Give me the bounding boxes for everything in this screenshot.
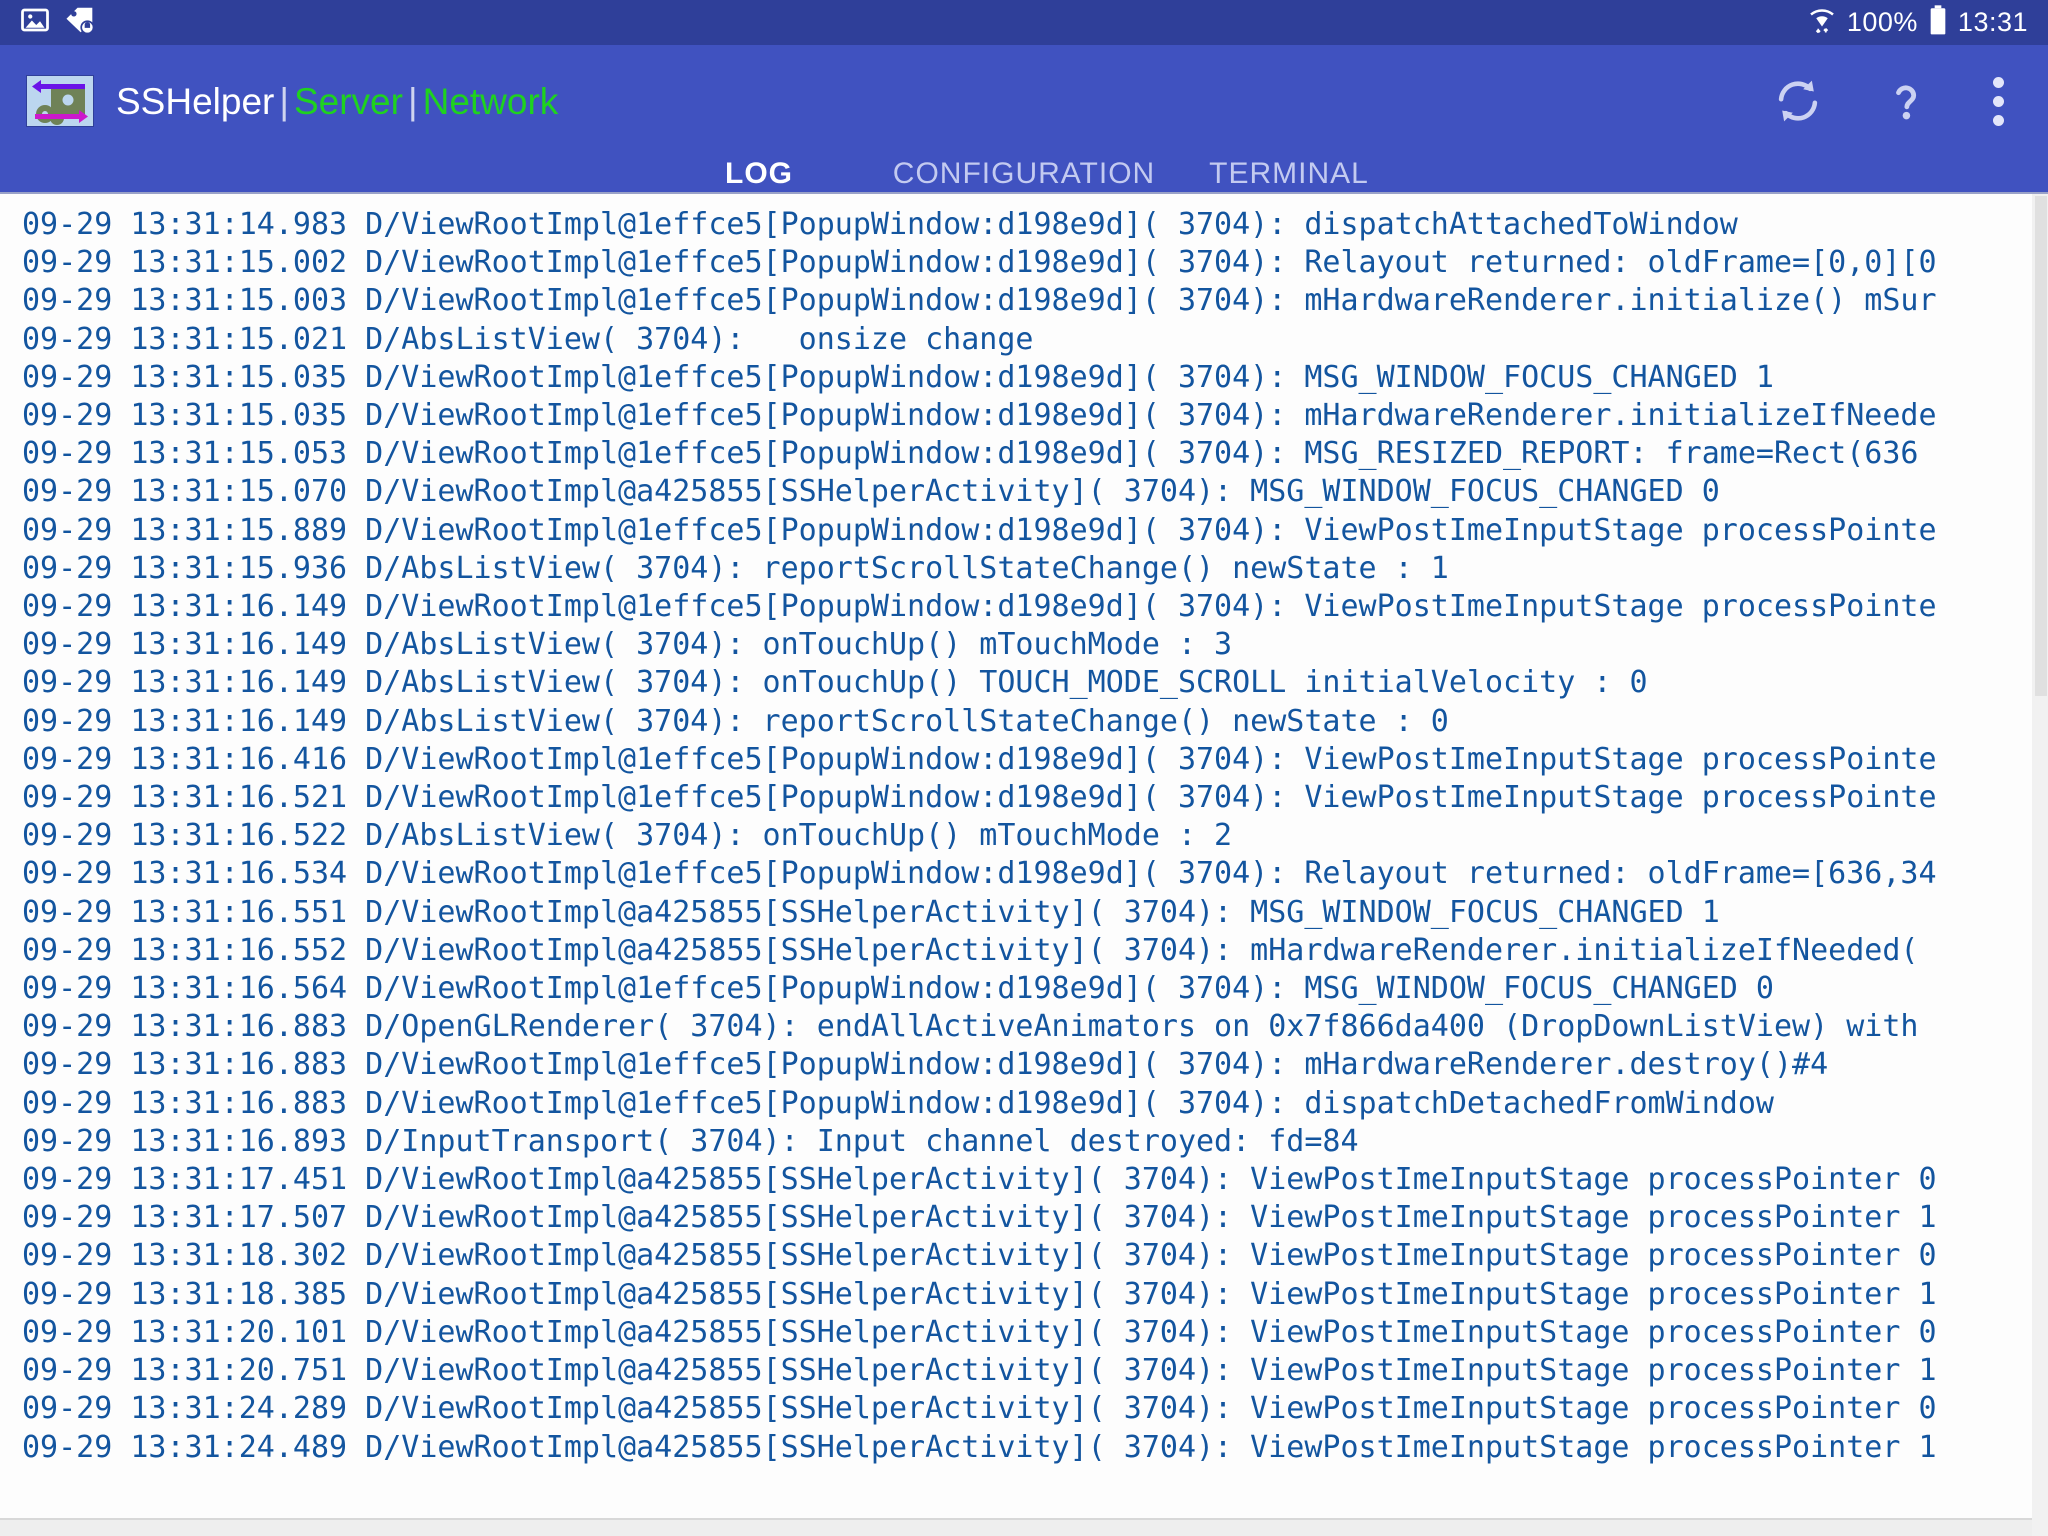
log-line: 09-29 13:31:15.070 D/ViewRootImpl@a42585… (22, 473, 2048, 511)
app-title-separator-1: | (274, 81, 294, 122)
overflow-menu-icon[interactable] (1988, 75, 2008, 127)
log-line: 09-29 13:31:16.149 D/AbsListView( 3704):… (22, 703, 2048, 741)
log-line: 09-29 13:31:18.385 D/ViewRootImpl@a42585… (22, 1276, 2048, 1314)
log-line: 09-29 13:31:24.489 D/ViewRootImpl@a42585… (22, 1429, 2048, 1467)
status-bar: 100% 13:31 (0, 0, 2048, 45)
app-title-server: Server (294, 81, 403, 122)
log-line: 09-29 13:31:16.893 D/InputTransport( 370… (22, 1123, 2048, 1161)
app-title: SSHelper|Server|Network (116, 83, 558, 120)
log-line: 09-29 13:31:16.521 D/ViewRootImpl@1effce… (22, 779, 2048, 817)
log-line: 09-29 13:31:16.883 D/ViewRootImpl@1effce… (22, 1046, 2048, 1084)
overflow-dot-3 (1993, 115, 2004, 126)
log-line: 09-29 13:31:16.149 D/AbsListView( 3704):… (22, 664, 2048, 702)
log-line: 09-29 13:31:16.564 D/ViewRootImpl@1effce… (22, 970, 2048, 1008)
log-line: 09-29 13:31:24.289 D/ViewRootImpl@a42585… (22, 1390, 2048, 1428)
log-line: 09-29 13:31:20.751 D/ViewRootImpl@a42585… (22, 1352, 2048, 1390)
log-line: 09-29 13:31:15.021 D/AbsListView( 3704):… (22, 321, 2048, 359)
app-title-main: SSHelper (116, 81, 274, 122)
overflow-dot-2 (1993, 96, 2004, 107)
refresh-icon[interactable] (1772, 75, 1824, 127)
log-line: 09-29 13:31:16.534 D/ViewRootImpl@1effce… (22, 855, 2048, 893)
app-title-network: Network (423, 81, 559, 122)
log-line: 09-29 13:31:16.551 D/ViewRootImpl@a42585… (22, 894, 2048, 932)
app-title-separator-2: | (403, 81, 423, 122)
wifi-icon (1807, 5, 1837, 40)
notification-tag-icon (64, 5, 96, 40)
log-line: 09-29 13:31:15.002 D/ViewRootImpl@1effce… (22, 244, 2048, 282)
log-line: 09-29 13:31:15.003 D/ViewRootImpl@1effce… (22, 282, 2048, 320)
app-bar-actions (1772, 75, 2022, 127)
log-line: 09-29 13:31:15.936 D/AbsListView( 3704):… (22, 550, 2048, 588)
log-scrollbar-thumb[interactable] (2035, 196, 2047, 696)
status-bar-right-indicators: 100% 13:31 (1807, 4, 2028, 41)
log-line: 09-29 13:31:20.101 D/ViewRootImpl@a42585… (22, 1314, 2048, 1352)
log-line: 09-29 13:31:16.416 D/ViewRootImpl@1effce… (22, 741, 2048, 779)
app-bar: SSHelper|Server|Network (0, 45, 2048, 157)
log-output-panel[interactable]: 09-29 13:31:14.983 D/ViewRootImpl@1effce… (0, 192, 2048, 1536)
log-line: 09-29 13:31:16.149 D/ViewRootImpl@1effce… (22, 588, 2048, 626)
log-line: 09-29 13:31:15.035 D/ViewRootImpl@1effce… (22, 397, 2048, 435)
overflow-dot-1 (1993, 77, 2004, 88)
log-line: 09-29 13:31:17.507 D/ViewRootImpl@a42585… (22, 1199, 2048, 1237)
log-line: 09-29 13:31:16.522 D/AbsListView( 3704):… (22, 817, 2048, 855)
log-line: 09-29 13:31:16.552 D/ViewRootImpl@a42585… (22, 932, 2048, 970)
log-footer-strip (0, 1520, 2048, 1536)
log-line: 09-29 13:31:16.883 D/ViewRootImpl@1effce… (22, 1085, 2048, 1123)
log-line: 09-29 13:31:16.883 D/OpenGLRenderer( 370… (22, 1008, 2048, 1046)
log-line: 09-29 13:31:15.053 D/ViewRootImpl@1effce… (22, 435, 2048, 473)
sshelper-gears-icon (26, 75, 94, 127)
log-line: 09-29 13:31:15.889 D/ViewRootImpl@1effce… (22, 512, 2048, 550)
log-line: 09-29 13:31:17.451 D/ViewRootImpl@a42585… (22, 1161, 2048, 1199)
log-line-list: 09-29 13:31:14.983 D/ViewRootImpl@1effce… (22, 206, 2048, 1467)
tab-bar: LOG CONFIGURATION TERMINAL (0, 157, 2048, 192)
log-line: 09-29 13:31:16.149 D/AbsListView( 3704):… (22, 626, 2048, 664)
log-line: 09-29 13:31:15.035 D/ViewRootImpl@1effce… (22, 359, 2048, 397)
status-bar-left-icons (20, 5, 96, 40)
battery-percent-label: 100% (1847, 7, 1918, 38)
image-icon (20, 5, 50, 40)
log-line: 09-29 13:31:14.983 D/ViewRootImpl@1effce… (22, 206, 2048, 244)
help-icon[interactable] (1880, 75, 1932, 127)
log-vertical-scrollbar[interactable] (2032, 194, 2048, 1536)
log-line: 09-29 13:31:18.302 D/ViewRootImpl@a42585… (22, 1237, 2048, 1275)
clock-label: 13:31 (1958, 7, 2028, 38)
battery-icon (1928, 4, 1948, 41)
